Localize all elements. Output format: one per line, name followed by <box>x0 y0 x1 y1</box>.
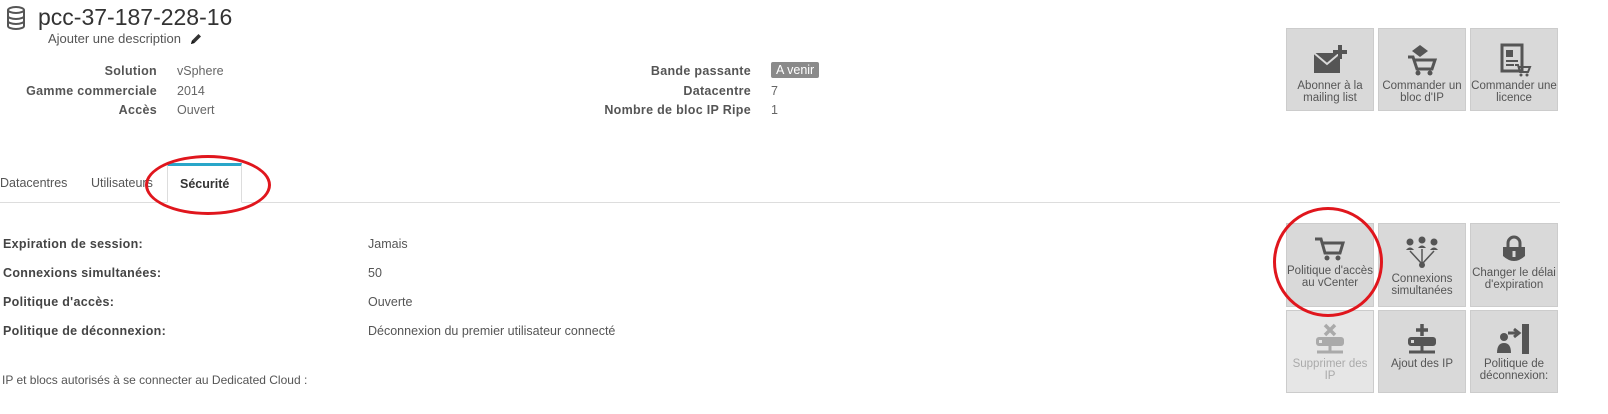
logout-policy-button[interactable]: Politique de déconnexion: <box>1470 310 1558 393</box>
vcenter-access-policy-button[interactable]: Politique d'accès au vCenter <box>1286 223 1374 307</box>
remove-ip-icon <box>1316 323 1344 354</box>
info-value: 1 <box>771 103 778 117</box>
tab-utilisateurs[interactable]: Utilisateurs <box>91 163 153 203</box>
info-value: Ouvert <box>177 103 215 117</box>
mail-add-icon <box>1313 45 1347 73</box>
lock-icon <box>1503 235 1525 261</box>
info-label: Solution <box>104 64 157 78</box>
info-label: Datacentre <box>683 84 751 98</box>
logout-user-icon <box>1497 324 1529 354</box>
cart-icon <box>1315 237 1346 261</box>
license-icon <box>1500 43 1532 77</box>
tile-label: Abonner à la mailing list <box>1297 80 1363 104</box>
session-expiration-value: Jamais <box>368 237 408 251</box>
tile-label: Supprimer des IP <box>1292 358 1368 382</box>
tile-label: Connexions simultanées <box>1391 273 1453 297</box>
info-value: vSphere <box>177 64 224 78</box>
tile-label: Changer le délai d'expiration <box>1472 267 1556 291</box>
add-ip-button[interactable]: Ajout des IP <box>1378 310 1466 393</box>
tile-label: Ajout des IP <box>1390 358 1453 370</box>
remove-ip-button[interactable]: Supprimer des IP <box>1286 310 1374 393</box>
status-badge: A venir <box>771 62 820 78</box>
page-title: pcc-37-187-228-16 <box>38 4 233 30</box>
subscribe-mailing-list-button[interactable]: Abonner à la mailing list <box>1286 28 1374 111</box>
info-label: Accès <box>118 103 157 117</box>
order-ip-block-button[interactable]: Commander un bloc d'IP <box>1378 28 1466 111</box>
tile-label: Commander une licence <box>1471 80 1557 104</box>
info-value: 2014 <box>177 84 205 98</box>
tile-label: Politique d'accès au vCenter <box>1287 265 1373 289</box>
info-label: Nombre de bloc IP Ripe <box>604 103 751 117</box>
order-license-button[interactable]: Commander une licence <box>1470 28 1558 111</box>
access-policy-value: Ouverte <box>368 295 413 309</box>
change-expiration-delay-button[interactable]: Changer le délai d'expiration <box>1470 223 1558 307</box>
access-policy-label: Politique d'accès: <box>3 295 115 309</box>
tab-securite[interactable]: Sécurité <box>167 163 243 203</box>
add-description-label: Ajouter une description <box>48 31 181 46</box>
database-icon <box>7 6 25 30</box>
info-label: Gamme commerciale <box>26 84 157 98</box>
tile-label: Commander un bloc d'IP <box>1382 80 1462 104</box>
add-ip-icon <box>1408 324 1436 354</box>
info-label: Bande passante <box>650 64 751 78</box>
simultaneous-connections-value: 50 <box>368 266 382 280</box>
simultaneous-connections-label: Connexions simultanées: <box>3 266 162 280</box>
cart-ip-icon <box>1408 45 1438 76</box>
simultaneous-connections-button[interactable]: Connexions simultanées <box>1378 223 1466 307</box>
logout-policy-value: Déconnexion du premier utilisateur conne… <box>368 324 616 338</box>
info-value: 7 <box>771 84 778 98</box>
ip-section-heading: IP et blocs autorisés à se connecter au … <box>2 373 308 387</box>
add-description-link[interactable]: Ajouter une description <box>48 31 203 46</box>
session-expiration-label: Expiration de session: <box>3 237 143 251</box>
logout-policy-label: Politique de déconnexion: <box>3 324 167 338</box>
tile-label: Politique de déconnexion: <box>1479 358 1549 382</box>
pencil-icon[interactable] <box>189 32 203 46</box>
tab-datacentres[interactable]: Datacentres <box>0 163 67 203</box>
network-users-icon <box>1406 236 1438 268</box>
tab-bar: Datacentres Utilisateurs Sécurité <box>0 163 1560 203</box>
